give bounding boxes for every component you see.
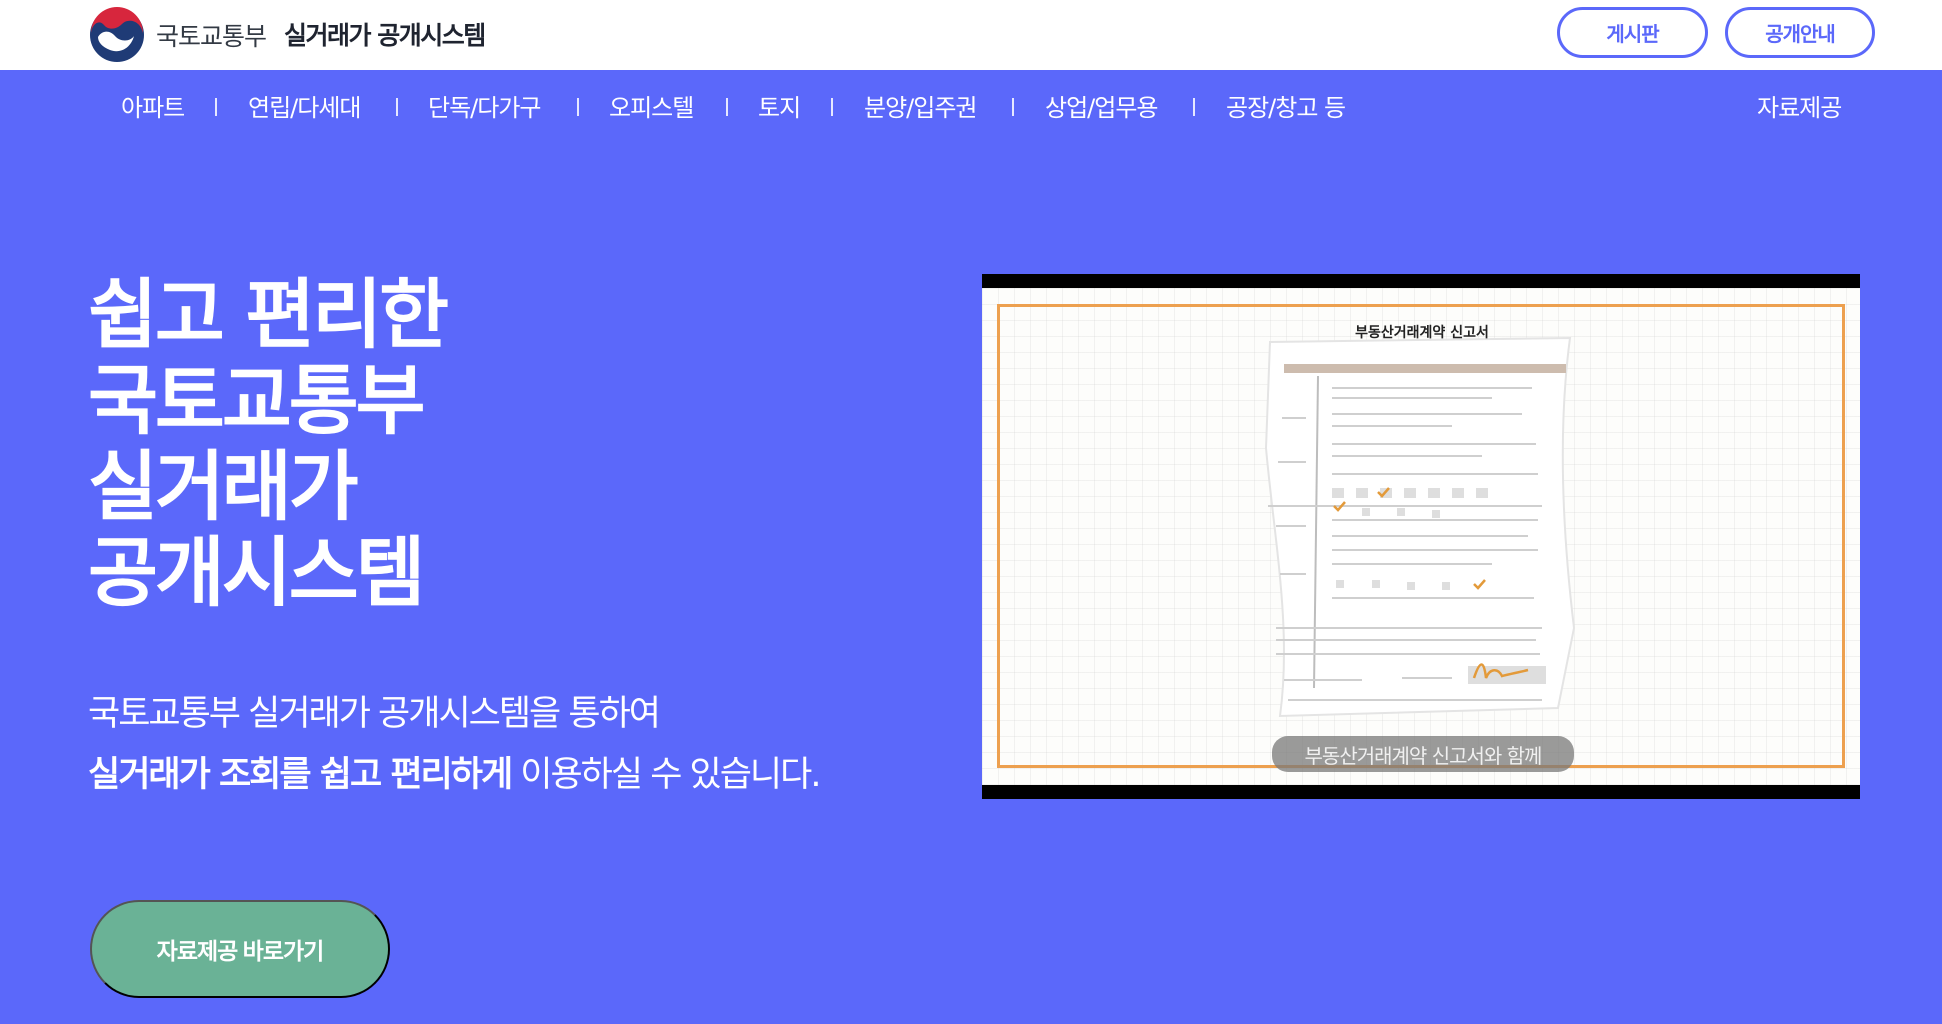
- hero-description-line2: 실거래가 조회를 쉽고 편리하게 이용하실 수 있습니다.: [88, 746, 821, 797]
- nav-item-land[interactable]: 토지: [758, 88, 801, 123]
- nav-separator: [1193, 98, 1195, 116]
- nav-separator: [215, 98, 217, 116]
- nav-item-officetel[interactable]: 오피스텔: [609, 88, 694, 123]
- government-emblem-icon[interactable]: [88, 6, 146, 64]
- nav-item-factory-warehouse[interactable]: 공장/창고 등: [1226, 88, 1346, 123]
- hero-title-line: 국토교통부: [88, 356, 426, 445]
- document-paper-icon: [1264, 336, 1576, 718]
- hero-title-line: 실거래가: [88, 442, 359, 531]
- nav-item-apartment[interactable]: 아파트: [121, 88, 185, 123]
- document-title: 부동산거래계약 신고서: [1355, 325, 1489, 341]
- video-caption: 부동산거래계약 신고서와 함께: [1272, 736, 1574, 772]
- nav-separator: [726, 98, 728, 116]
- hero-title-line: 공개시스템: [88, 528, 426, 617]
- nav-separator: [396, 98, 398, 116]
- nav-item-commercial[interactable]: 상업/업무용: [1045, 88, 1158, 123]
- top-header: 국토교통부 실거래가 공개시스템 게시판 공개안내: [0, 0, 1942, 70]
- hero-description-rest: 이용하실 수 있습니다.: [511, 755, 821, 795]
- data-provision-shortcut-button[interactable]: 자료제공 바로가기: [90, 900, 390, 998]
- video-frame: 부동산거래계약 신고서 부동산거래계약 신고서와 함께: [982, 288, 1860, 785]
- hero-description-line1: 국토교통부 실거래가 공개시스템을 통하여: [88, 694, 661, 734]
- main-nav: 아파트 연립/다세대 단독/다가구 오피스텔 토지 분양/입주권 상업/업무용 …: [0, 70, 1942, 142]
- nav-item-row-house[interactable]: 연립/다세대: [248, 88, 361, 123]
- contract-document-illustration: 부동산거래계약 신고서: [1252, 298, 1592, 730]
- disclosure-guide-button[interactable]: 공개안내: [1725, 7, 1875, 58]
- hero-description-emphasis: 실거래가 조회를 쉽고 편리하게: [88, 755, 513, 795]
- ministry-name: 국토교통부: [156, 22, 267, 51]
- hero-title: 쉽고 편리한 국토교통부 실거래가 공개시스템: [88, 272, 788, 616]
- nav-item-detached-house[interactable]: 단독/다가구: [428, 88, 541, 123]
- nav-separator: [1012, 98, 1014, 116]
- nav-separator: [831, 98, 833, 116]
- nav-separator: [577, 98, 579, 116]
- system-name[interactable]: 실거래가 공개시스템: [284, 16, 486, 52]
- hero-title-line: 쉽고 편리한: [88, 270, 449, 359]
- nav-item-data-provision[interactable]: 자료제공: [1757, 88, 1842, 123]
- nav-item-presale-right[interactable]: 분양/입주권: [864, 88, 977, 123]
- board-button[interactable]: 게시판: [1557, 7, 1708, 58]
- intro-video-player[interactable]: 부동산거래계약 신고서 부동산거래계약 신고서와 함께: [982, 274, 1860, 799]
